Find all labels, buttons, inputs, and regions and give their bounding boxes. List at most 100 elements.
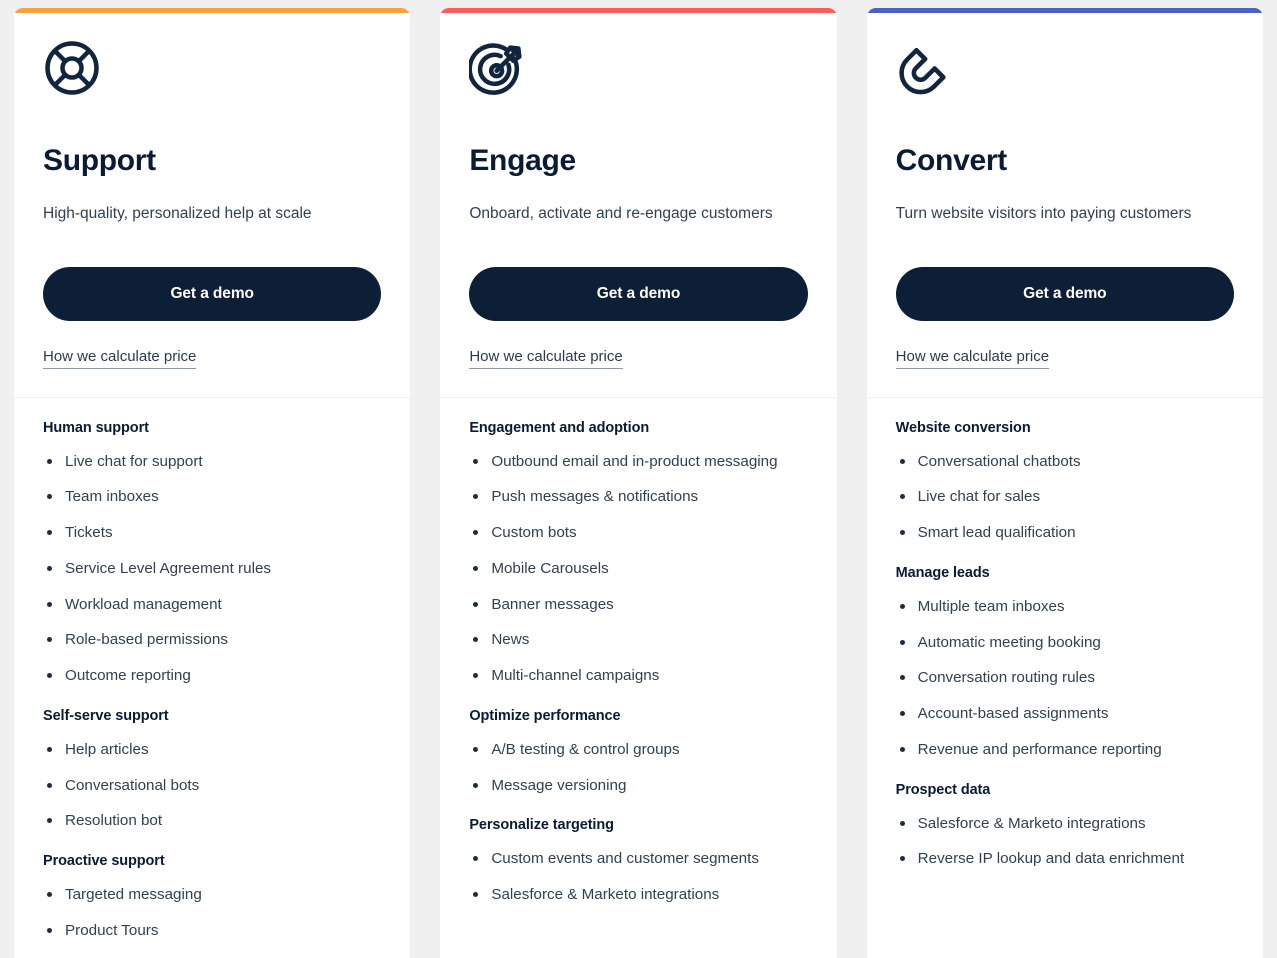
bullet-icon <box>473 892 479 898</box>
feature-list-item: News <box>469 630 807 650</box>
feature-label: Outcome reporting <box>65 667 191 685</box>
bullet-icon <box>47 892 52 898</box>
feature-list-item: Message versioning <box>469 776 807 796</box>
feature-list-item: Tickets <box>43 523 381 543</box>
how-we-calculate-price-link[interactable]: How we calculate price <box>469 348 623 369</box>
feature-label: A/B testing & control groups <box>491 740 680 758</box>
how-we-calculate-price-link[interactable]: How we calculate price <box>895 348 1050 369</box>
bullet-icon <box>899 494 905 500</box>
feature-list-item: Multiple team inboxes <box>896 597 1234 617</box>
bullet-icon <box>47 782 52 788</box>
bullet-icon <box>473 637 479 643</box>
target-dart-icon <box>469 39 527 97</box>
feature-list-item: Outcome reporting <box>43 666 381 686</box>
feature-label: Revenue and performance reporting <box>917 740 1162 758</box>
feature-label: Conversational bots <box>65 776 200 794</box>
feature-group-title: Human support <box>43 419 149 436</box>
bullet-icon <box>47 927 52 933</box>
plan-feature-sections: Engagement and adoption Outbound email an… <box>440 398 836 943</box>
feature-group: Website conversion Conversational chatbot… <box>896 420 1234 543</box>
plan-title: Convert <box>895 144 1008 177</box>
feature-group: Human support Live chat for support Team i… <box>43 420 381 686</box>
feature-list-item: Automatic meeting booking <box>896 633 1234 653</box>
feature-label: Message versioning <box>491 776 627 794</box>
bullet-icon <box>899 530 905 536</box>
feature-list-item: A/B testing & control groups <box>469 740 807 760</box>
feature-list-item: Conversational bots <box>43 776 381 796</box>
feature-label: Reverse IP lookup and data enrichment <box>917 850 1185 868</box>
feature-label: Account-based assignments <box>917 705 1109 723</box>
bullet-icon <box>47 530 52 536</box>
feature-label: Workload management <box>65 595 222 613</box>
how-we-calculate-price-link[interactable]: How we calculate price <box>43 348 197 369</box>
feature-label: Custom events and customer segments <box>491 850 759 868</box>
feature-label: Tickets <box>65 524 113 542</box>
feature-group-title: Website conversion <box>895 419 1031 436</box>
feature-group: Engagement and adoption Outbound email an… <box>469 420 807 686</box>
bullet-icon <box>473 458 479 464</box>
plan-card-support: Support High-quality, personalized help a… <box>14 8 411 958</box>
bullet-icon <box>47 458 52 464</box>
feature-label: Live chat for support <box>65 452 203 470</box>
feature-label: Salesforce & Marketo integrations <box>491 886 720 904</box>
feature-list-item: Conversational chatbots <box>896 452 1234 472</box>
feature-label: Conversational chatbots <box>917 452 1081 470</box>
feature-list-item: Role-based permissions <box>43 630 381 650</box>
price-link-row: How we calculate price <box>895 321 1234 369</box>
bullet-icon <box>47 818 52 824</box>
bullet-icon <box>473 601 479 607</box>
feature-list: Conversational chatbots Live chat for sal… <box>896 452 1234 543</box>
get-a-demo-button[interactable]: Get a demo <box>469 266 808 321</box>
feature-list-item: Live chat for support <box>43 452 381 472</box>
bullet-icon <box>899 856 905 862</box>
feature-label: Banner messages <box>491 595 614 613</box>
lifebuoy-icon <box>43 39 101 97</box>
feature-label: Automatic meeting booking <box>917 633 1101 651</box>
bullet-icon <box>899 458 905 464</box>
feature-group-title: Optimize performance <box>469 707 621 724</box>
magnet-icon <box>896 39 954 97</box>
feature-list-item: Conversation routing rules <box>896 668 1234 688</box>
bullet-icon <box>473 856 479 862</box>
feature-label: Team inboxes <box>65 488 159 506</box>
bullet-icon <box>899 820 905 826</box>
feature-label: Multiple team inboxes <box>917 597 1065 615</box>
feature-list-item: Push messages & notifications <box>469 487 807 507</box>
feature-label: Targeted messaging <box>65 886 202 904</box>
plan-header: Support High-quality, personalized help a… <box>14 13 411 398</box>
feature-group: Proactive support Targeted messaging Produ… <box>43 853 381 941</box>
bullet-icon <box>47 637 52 643</box>
plan-subtitle: High-quality, personalized help at scale <box>43 205 312 222</box>
price-link-row: How we calculate price <box>43 321 381 369</box>
feature-list-item: Revenue and performance reporting <box>896 740 1234 760</box>
bullet-icon <box>473 782 479 788</box>
feature-group: Manage leads Multiple team inboxes Automat… <box>896 565 1234 760</box>
feature-group: Personalize targeting Custom events and c… <box>469 817 807 905</box>
get-a-demo-button[interactable]: Get a demo <box>895 266 1234 321</box>
feature-list-item: Reverse IP lookup and data enrichment <box>896 849 1234 869</box>
feature-list: Live chat for support Team inboxes Tickets… <box>43 452 381 686</box>
plan-header: Engage Onboard, activate and re-engage cu… <box>440 13 837 398</box>
feature-list-item: Team inboxes <box>43 487 381 507</box>
bullet-icon <box>473 565 479 571</box>
feature-list-item: Multi-channel campaigns <box>469 666 807 686</box>
feature-label: Push messages & notifications <box>491 488 699 506</box>
bullet-icon <box>473 673 479 679</box>
feature-list: Help articles Conversational bots Resoluti… <box>43 740 381 831</box>
bullet-icon <box>899 711 905 717</box>
bullet-icon <box>899 746 905 752</box>
feature-list-item: Smart lead qualification <box>896 523 1234 543</box>
feature-group-title: Proactive support <box>43 853 165 870</box>
bullet-icon <box>47 673 52 679</box>
feature-list-item: Custom events and customer segments <box>469 849 807 869</box>
get-a-demo-button[interactable]: Get a demo <box>43 266 382 321</box>
feature-label: News <box>491 631 530 649</box>
plan-card-convert: Convert Turn website visitors into paying… <box>866 8 1263 958</box>
feature-list-item: Custom bots <box>469 523 807 543</box>
feature-label: Service Level Agreement rules <box>65 559 271 577</box>
feature-list-item: Workload management <box>43 595 381 615</box>
feature-label: Conversation routing rules <box>917 669 1095 687</box>
feature-list-item: Resolution bot <box>43 811 381 831</box>
feature-list: Salesforce & Marketo integrations Reverse… <box>896 814 1234 870</box>
feature-group-title: Personalize targeting <box>469 817 614 834</box>
